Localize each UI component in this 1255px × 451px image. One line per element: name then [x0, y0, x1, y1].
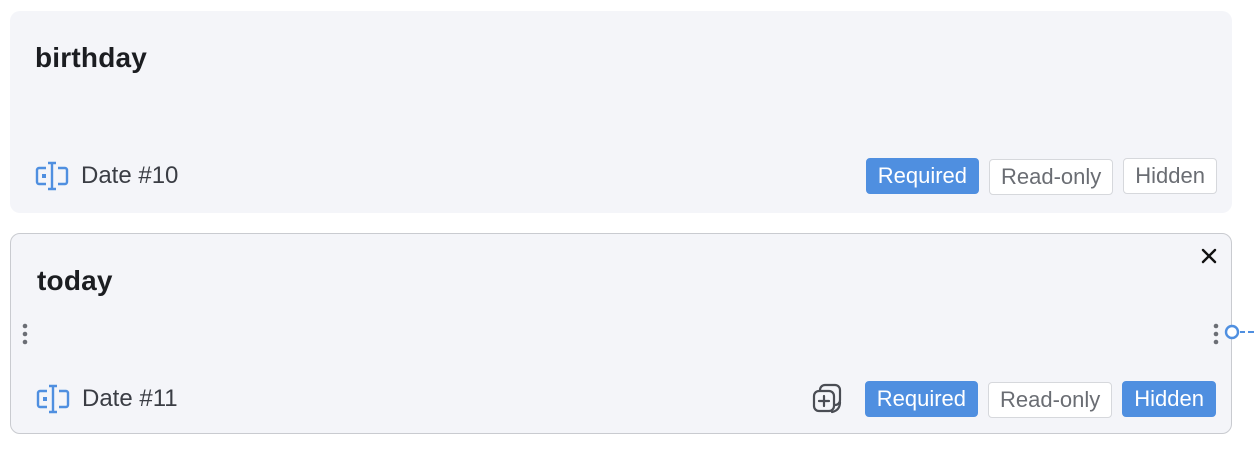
- hidden-toggle[interactable]: Hidden: [1123, 158, 1217, 194]
- text-cursor-field-icon: [36, 384, 70, 414]
- field-type-row: Date #10: [35, 161, 178, 191]
- readonly-toggle[interactable]: Read-only: [989, 159, 1114, 195]
- field-type-label: Date #10: [81, 162, 179, 189]
- readonly-toggle[interactable]: Read-only: [988, 382, 1113, 418]
- field-type-row: Date #11: [36, 384, 178, 414]
- field-card-birthday[interactable]: birthday Date #10 Required Read-only Hid…: [10, 11, 1232, 213]
- connection-port-icon[interactable]: [1223, 322, 1255, 342]
- hidden-toggle[interactable]: Hidden: [1122, 381, 1216, 417]
- form-fields-canvas: birthday Date #10 Required Read-only Hid…: [0, 0, 1255, 451]
- field-title[interactable]: birthday: [35, 42, 147, 74]
- close-icon: [1201, 248, 1217, 264]
- drag-handle-icon[interactable]: [21, 323, 29, 345]
- duplicate-icon[interactable]: [811, 382, 845, 416]
- close-button[interactable]: [1197, 244, 1221, 268]
- text-cursor-field-icon: [35, 161, 69, 191]
- required-toggle[interactable]: Required: [864, 381, 978, 417]
- field-flags: Required Read-only Hidden: [811, 380, 1216, 418]
- field-flags: Required Read-only Hidden: [865, 157, 1217, 195]
- required-toggle[interactable]: Required: [865, 158, 979, 194]
- field-title[interactable]: today: [37, 265, 113, 297]
- drag-handle-icon[interactable]: [1212, 323, 1220, 345]
- field-type-label: Date #11: [82, 385, 178, 412]
- field-card-today[interactable]: today Date #11 Required Read-only Hidden: [10, 233, 1232, 434]
